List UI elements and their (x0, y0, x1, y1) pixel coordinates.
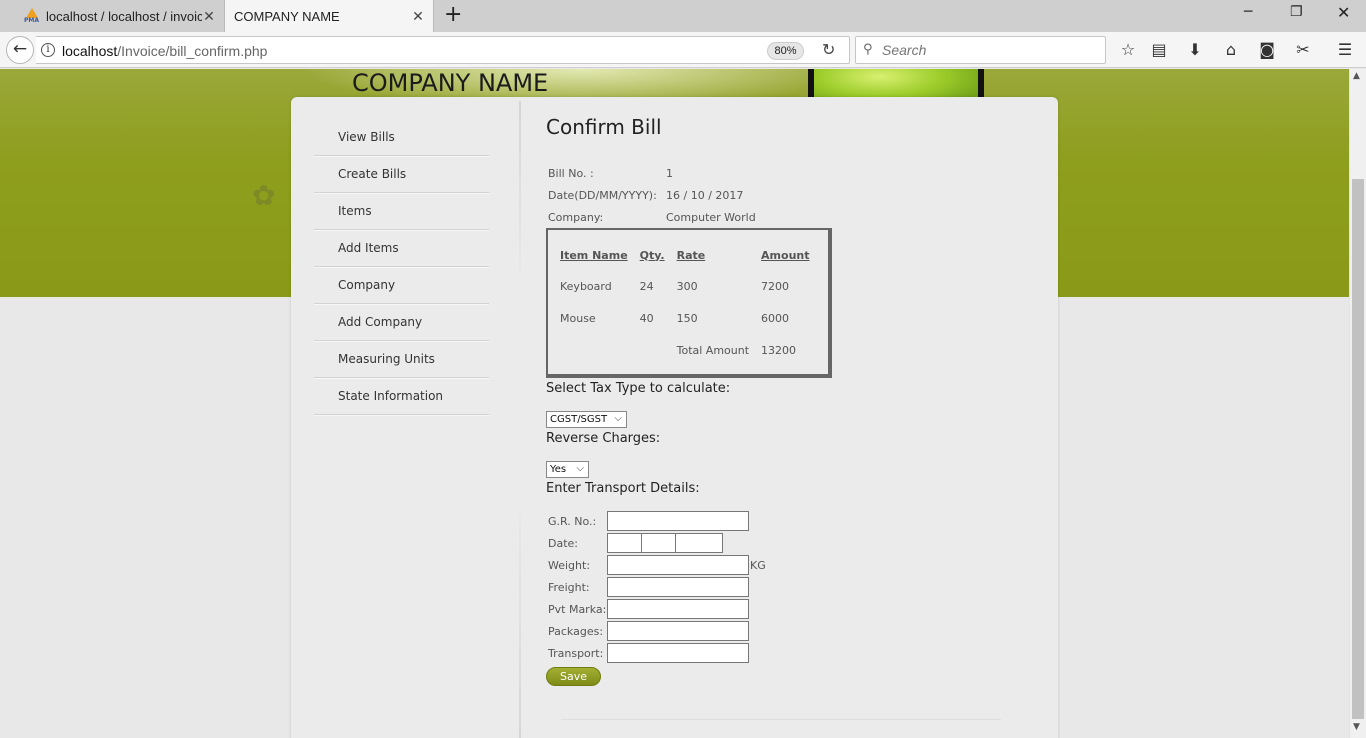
bottom-rule (561, 719, 1001, 720)
table-cell: 7200 (761, 279, 790, 293)
weight-unit: KG (750, 559, 766, 572)
sidebar-item-measuring-units[interactable]: Measuring Units (314, 341, 489, 379)
sidebar-item-create-bills[interactable]: Create Bills (314, 156, 489, 194)
sidebar-menu: View Bills Create Bills Items Add Items … (314, 119, 489, 416)
column-header-rate: Rate (676, 248, 706, 262)
minimize-icon[interactable]: ─ (1244, 4, 1252, 20)
sidebar-item-items[interactable]: Items (314, 193, 489, 231)
date-label: Date(DD/MM/YYYY): (548, 189, 657, 202)
sidebar-item-add-company[interactable]: Add Company (314, 304, 489, 342)
search-bar[interactable]: ⚲ (855, 36, 1106, 64)
date-month-input[interactable] (641, 533, 676, 553)
content-panel: View Bills Create Bills Items Add Items … (291, 97, 1058, 738)
sidebar-item-add-items[interactable]: Add Items (314, 230, 489, 268)
chevron-down-icon: ⌵ (614, 413, 622, 424)
download-icon[interactable]: ⬇ (1184, 40, 1206, 60)
chevron-down-icon: ⌵ (576, 463, 584, 474)
sidebar-item-company[interactable]: Company (314, 267, 489, 305)
tab-company-name[interactable]: COMPANY NAME ✕ (224, 0, 434, 32)
date-value: 16 / 10 / 2017 (666, 189, 744, 202)
navigation-toolbar: ← i localhost/Invoice/bill_confirm.php 8… (0, 32, 1366, 68)
column-header-qty: Qty. (639, 248, 665, 262)
table-row: Keyboard 24 300 7200 (560, 270, 821, 302)
reverse-charges-label: Reverse Charges: (546, 431, 661, 446)
close-tab-icon[interactable]: ✕ (411, 8, 425, 25)
tab-title: COMPANY NAME (234, 8, 340, 24)
bookmark-star-icon[interactable]: ☆ (1117, 40, 1139, 60)
pvt-marka-label: Pvt Marka: (548, 603, 607, 616)
home-icon[interactable]: ⌂ (1220, 40, 1242, 60)
bill-no-label: Bill No. : (548, 167, 594, 180)
column-header-amount: Amount (761, 248, 810, 262)
table-cell: 6000 (761, 311, 790, 325)
table-cell: 300 (676, 279, 698, 293)
transport-details-label: Enter Transport Details: (546, 481, 700, 496)
tax-type-label: Select Tax Type to calculate: (546, 381, 731, 396)
transport-input[interactable] (607, 643, 749, 663)
save-button[interactable]: Save (546, 667, 601, 686)
weight-label: Weight: (548, 559, 591, 572)
scrollbar-thumb[interactable] (1352, 179, 1364, 719)
screenshot-icon[interactable]: ✂ (1292, 40, 1314, 60)
transport-date-label: Date: (548, 537, 578, 550)
new-tab-icon[interactable]: + (444, 3, 462, 27)
search-input[interactable] (882, 41, 1092, 59)
reload-icon[interactable]: ↻ (822, 40, 835, 59)
sidebar-item-view-bills[interactable]: View Bills (314, 119, 489, 157)
total-row: Total Amount 13200 (560, 334, 821, 366)
transport-name-label: Transport: (548, 647, 604, 660)
restore-icon[interactable]: ❐ (1290, 4, 1303, 20)
items-table: Item Name Qty. Rate Amount Keyboard 24 3… (560, 240, 821, 366)
freight-label: Freight: (548, 581, 590, 594)
search-icon: ⚲ (863, 42, 873, 57)
bill-no-value: 1 (666, 167, 673, 180)
date-day-input[interactable] (607, 533, 642, 553)
reverse-charges-select[interactable]: Yes ⌵ (546, 461, 589, 478)
column-header-item-name: Item Name (560, 248, 628, 262)
company-name-heading: COMPANY NAME (352, 69, 549, 97)
table-cell: 24 (639, 279, 654, 293)
close-window-icon[interactable]: ✕ (1337, 3, 1350, 22)
url-bar[interactable]: i localhost/Invoice/bill_confirm.php 80%… (36, 36, 850, 64)
pocket-icon[interactable]: ◙ (1256, 40, 1278, 60)
column-divider (519, 511, 521, 738)
tab-title: localhost / localhost / invoice (46, 8, 202, 24)
pvt-marka-input[interactable] (607, 599, 749, 619)
packages-label: Packages: (548, 625, 604, 638)
page-scrollbar[interactable]: ▲ ▼ (1349, 69, 1366, 738)
phpmyadmin-icon: PMA (24, 8, 40, 24)
weight-input[interactable] (607, 555, 749, 575)
table-row: Mouse 40 150 6000 (560, 302, 821, 334)
scroll-down-icon[interactable]: ▼ (1353, 722, 1360, 732)
page-viewport: ✿ COMPANY NAME View Bills Create Bills I… (0, 69, 1349, 738)
page-title: Confirm Bill (546, 115, 662, 139)
gr-no-input[interactable] (607, 511, 749, 531)
close-tab-icon[interactable]: ✕ (202, 8, 216, 25)
tab-bar: PMA localhost / localhost / invoice ✕ CO… (0, 0, 1366, 32)
back-arrow-icon[interactable]: ← (6, 36, 34, 64)
menu-icon[interactable]: ☰ (1334, 40, 1356, 60)
date-year-input[interactable] (675, 533, 723, 553)
freight-input[interactable] (607, 577, 749, 597)
table-cell: Mouse (560, 311, 596, 325)
packages-input[interactable] (607, 621, 749, 641)
reading-list-icon[interactable]: ▤ (1148, 40, 1170, 60)
sidebar-item-state-information[interactable]: State Information (314, 378, 489, 416)
scroll-up-icon[interactable]: ▲ (1353, 71, 1360, 81)
table-cell: 40 (639, 311, 654, 325)
url-text: localhost/Invoice/bill_confirm.php (62, 43, 268, 59)
table-cell: Keyboard (560, 279, 612, 293)
column-divider (519, 101, 521, 271)
gr-no-label: G.R. No.: (548, 515, 597, 528)
flower-decoration-icon: ✿ (252, 179, 276, 212)
total-label: Total Amount (676, 343, 750, 357)
total-value: 13200 (761, 343, 797, 357)
tab-phpmyadmin[interactable]: PMA localhost / localhost / invoice ✕ (18, 0, 224, 32)
tax-type-select[interactable]: CGST/SGST ⌵ (546, 411, 627, 428)
zoom-indicator[interactable]: 80% (767, 42, 804, 60)
bill-meta: Bill No. : 1 Date(DD/MM/YYYY): 16 / 10 / 2… (548, 167, 756, 233)
table-cell: 150 (676, 311, 698, 325)
items-table-box: Item Name Qty. Rate Amount Keyboard 24 3… (546, 228, 832, 378)
info-icon[interactable]: i (41, 43, 55, 57)
